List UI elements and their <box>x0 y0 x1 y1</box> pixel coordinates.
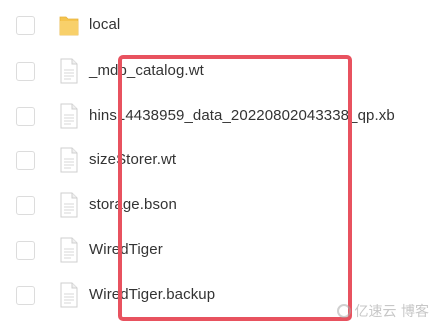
row-checkbox[interactable] <box>16 15 35 35</box>
file-name[interactable]: WiredTiger.backup <box>89 285 215 305</box>
document-icon <box>60 237 78 263</box>
document-icon <box>60 103 78 129</box>
document-icon <box>60 147 78 173</box>
row-checkbox[interactable] <box>16 150 35 170</box>
file-name[interactable]: hins14438959_data_20220802043338_qp.xb <box>89 106 395 126</box>
document-icon <box>60 282 78 308</box>
row-checkbox[interactable] <box>16 240 35 260</box>
document-icon <box>60 192 78 218</box>
list-item-file[interactable]: WiredTiger.backup <box>0 273 437 317</box>
row-checkbox[interactable] <box>16 285 35 305</box>
file-name[interactable]: storage.bson <box>89 195 177 215</box>
list-item-file[interactable]: _mdb_catalog.wt <box>0 49 437 93</box>
file-name[interactable]: WiredTiger <box>89 240 163 260</box>
row-checkbox[interactable] <box>16 61 35 81</box>
list-item-file[interactable]: hins14438959_data_20220802043338_qp.xb <box>0 94 437 138</box>
list-item-file[interactable]: WiredTiger <box>0 228 437 272</box>
file-name[interactable]: local <box>89 15 120 35</box>
file-name[interactable]: _mdb_catalog.wt <box>89 61 204 81</box>
row-checkbox[interactable] <box>16 106 35 126</box>
list-item-file[interactable]: storage.bson <box>0 183 437 227</box>
file-name[interactable]: sizeStorer.wt <box>89 150 176 170</box>
file-list: local _mdb_catalog.wt hins14438959_data_… <box>0 0 437 331</box>
list-item-file[interactable]: sizeStorer.wt <box>0 138 437 182</box>
document-icon <box>60 58 78 84</box>
folder-icon <box>59 16 79 36</box>
row-checkbox[interactable] <box>16 195 35 215</box>
list-item-folder-local[interactable]: local <box>0 3 437 47</box>
